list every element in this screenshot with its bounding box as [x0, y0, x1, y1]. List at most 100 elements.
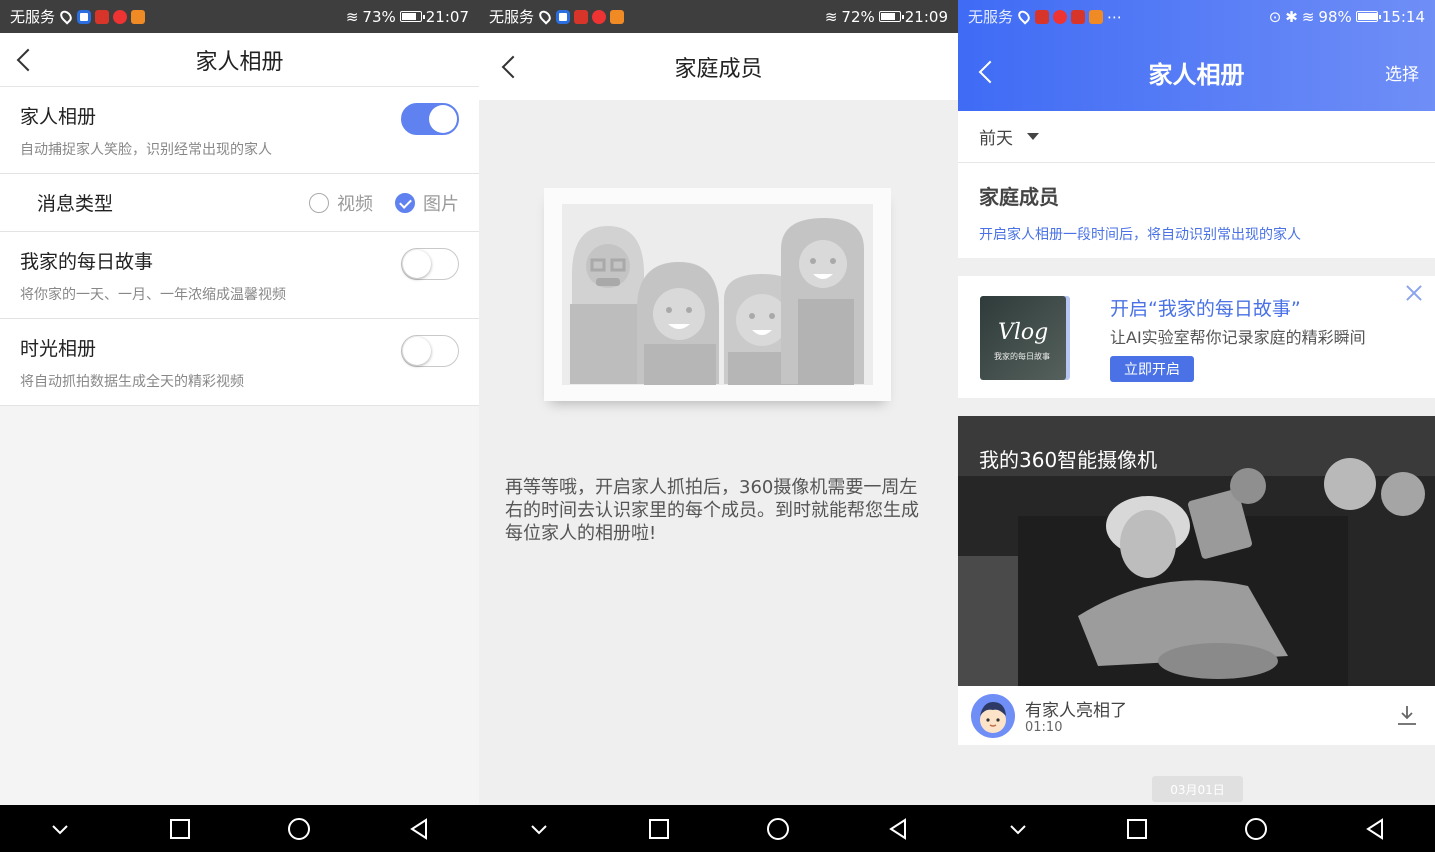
status-bar: 无服务 ≋ 72% 21:09 — [479, 0, 958, 33]
more-notifications-icon: ⋯ — [1107, 7, 1123, 26]
battery-percent: 72% — [841, 7, 875, 26]
select-button[interactable]: 选择 — [1385, 60, 1419, 85]
card-title: 家庭成员 — [979, 185, 1059, 209]
back-chevron-icon[interactable] — [501, 55, 525, 78]
news-app-icon — [574, 9, 589, 24]
option-image[interactable]: 图片 — [395, 190, 459, 216]
daily-story-promo: Vlog 我家的每日故事 开启“我家的每日故事” 让AI实验室帮你记录家庭的精彩… — [958, 276, 1435, 398]
clock: 15:14 — [1381, 7, 1425, 26]
battery-icon — [1355, 11, 1381, 22]
settings-list: 家人相册 自动捕捉家人笑脸，识别经常出现的家人 消息类型 视频 图片 我家的每日… — [0, 87, 479, 406]
date-filter-dropdown[interactable]: 前天 — [958, 111, 1435, 163]
caret-down-icon — [1027, 133, 1039, 140]
card-desc: 开启家人相册一段时间后，将自动识别常出现的家人 — [979, 227, 1301, 243]
mail-app-icon — [113, 9, 128, 24]
battery-percent: 73% — [362, 7, 396, 26]
setting-desc: 自动捕捉家人笑脸，识别经常出现的家人 — [20, 142, 272, 158]
setting-row-daily-story: 我家的每日故事 将你家的一天、一月、一年浓缩成温馨视频 — [0, 232, 479, 319]
vlog-thumbnail: Vlog 我家的每日故事 — [980, 296, 1066, 380]
boy-avatar-icon — [971, 694, 1015, 738]
app-notification-icon — [77, 9, 92, 24]
radio-checked-icon — [395, 192, 415, 213]
event-title: 有家人亮相了 — [1025, 701, 1127, 721]
family-illustration-icon — [562, 204, 873, 385]
news-app-icon — [95, 9, 110, 24]
option-video[interactable]: 视频 — [309, 190, 373, 216]
download-icon[interactable] — [1397, 704, 1417, 726]
setting-title: 我家的每日故事 — [20, 251, 154, 273]
bluetooth-icon: ✱ — [1285, 7, 1298, 26]
square-icon[interactable] — [165, 814, 195, 844]
chevron-down-icon[interactable] — [524, 814, 554, 844]
setting-row-family-album: 家人相册 自动捕捉家人笑脸，识别经常出现的家人 — [0, 87, 479, 174]
waiting-message: 再等等哦，开启家人抓拍后，360摄像机需要一周左右的时间去认识家里的每个成员。到… — [505, 477, 919, 544]
time-album-toggle[interactable] — [401, 335, 459, 367]
weibo-app-icon — [131, 9, 146, 24]
camera-name: 我的360智能摄像机 — [979, 448, 1158, 472]
close-icon[interactable] — [1405, 284, 1423, 302]
triangle-back-icon[interactable] — [404, 814, 434, 844]
status-bar: 无服务 ≋ 73% 21:07 — [0, 0, 479, 33]
battery-icon — [878, 11, 904, 22]
daily-story-toggle[interactable] — [401, 248, 459, 280]
back-chevron-icon[interactable] — [16, 48, 40, 71]
vlog-text: Vlog — [998, 320, 1049, 345]
panel-family-members: 无服务 ≋ 72% 21:09 家庭成员 再等等哦，开启家人抓拍后，360摄像机… — [479, 0, 958, 805]
header: 家人相册 选择 — [958, 33, 1435, 111]
chevron-down-icon[interactable] — [45, 814, 75, 844]
panel-family-album-feed: 无服务 ⋯ ⊙ ✱ ≋ 98% 15:14 家人相册 选择 前天 家庭成员 开启… — [958, 0, 1435, 805]
promo-title: 开启“我家的每日故事” — [1110, 298, 1301, 320]
setting-title: 家人相册 — [20, 106, 97, 128]
family-placeholder-frame — [544, 188, 891, 401]
message-type-label: 消息类型 — [37, 193, 114, 215]
date-pill: 03月01日 — [1152, 776, 1243, 802]
system-nav-bar — [958, 805, 1435, 852]
app-notification-icon — [556, 9, 571, 24]
wifi-icon: ≋ — [1301, 7, 1315, 26]
date-filter-label: 前天 — [979, 129, 1013, 149]
message-type-row: 消息类型 视频 图片 — [0, 173, 479, 232]
battery-percent: 98% — [1318, 7, 1352, 26]
system-nav-bar — [479, 805, 958, 852]
page-title: 家人相册 — [1148, 60, 1245, 89]
family-members-card[interactable]: 家庭成员 开启家人相册一段时间后，将自动识别常出现的家人 — [958, 163, 1435, 258]
header: 家人相册 — [0, 33, 479, 87]
circle-icon[interactable] — [1241, 814, 1271, 844]
camera-snapshot[interactable]: 我的360智能摄像机 — [958, 416, 1435, 686]
event-time: 01:10 — [1025, 720, 1063, 735]
square-icon[interactable] — [644, 814, 674, 844]
news-app-icon — [1035, 9, 1050, 24]
setting-row-time-album: 时光相册 将自动抓拍数据生成全天的精彩视频 — [0, 319, 479, 406]
setting-desc: 将你家的一天、一月、一年浓缩成温馨视频 — [20, 287, 286, 303]
radio-icon — [309, 192, 329, 213]
mail-app-icon — [592, 9, 607, 24]
back-chevron-icon[interactable] — [978, 60, 1002, 84]
mail-app-icon — [1053, 9, 1068, 24]
chevron-down-icon[interactable] — [1003, 814, 1033, 844]
carrier-label: 无服务 — [968, 8, 1014, 26]
carrier-label: 无服务 — [489, 8, 535, 26]
family-placeholder-illustration — [562, 204, 873, 385]
page-title: 家庭成员 — [674, 56, 763, 82]
weibo-app-icon — [610, 9, 625, 24]
vlog-subtext: 我家的每日故事 — [994, 352, 1050, 361]
enable-now-button[interactable]: 立即开启 — [1110, 356, 1194, 382]
wifi-icon: ≋ — [824, 7, 838, 26]
battery-icon — [399, 11, 425, 22]
setting-title: 时光相册 — [20, 338, 97, 360]
triangle-back-icon[interactable] — [1360, 814, 1390, 844]
system-nav-bar — [0, 805, 479, 852]
location-icon — [536, 8, 554, 25]
event-item[interactable]: 有家人亮相了 01:10 — [958, 686, 1435, 745]
circle-icon[interactable] — [763, 814, 793, 844]
weibo-app-icon — [1089, 9, 1104, 24]
circle-icon[interactable] — [284, 814, 314, 844]
page-title: 家人相册 — [195, 49, 284, 75]
square-icon[interactable] — [1122, 814, 1152, 844]
avatar — [971, 694, 1015, 738]
family-album-toggle[interactable] — [401, 103, 459, 135]
option-label: 图片 — [423, 193, 459, 215]
promo-desc: 让AI实验室帮你记录家庭的精彩瞬间 — [1110, 328, 1366, 347]
header: 家庭成员 — [479, 33, 958, 100]
triangle-back-icon[interactable] — [883, 814, 913, 844]
